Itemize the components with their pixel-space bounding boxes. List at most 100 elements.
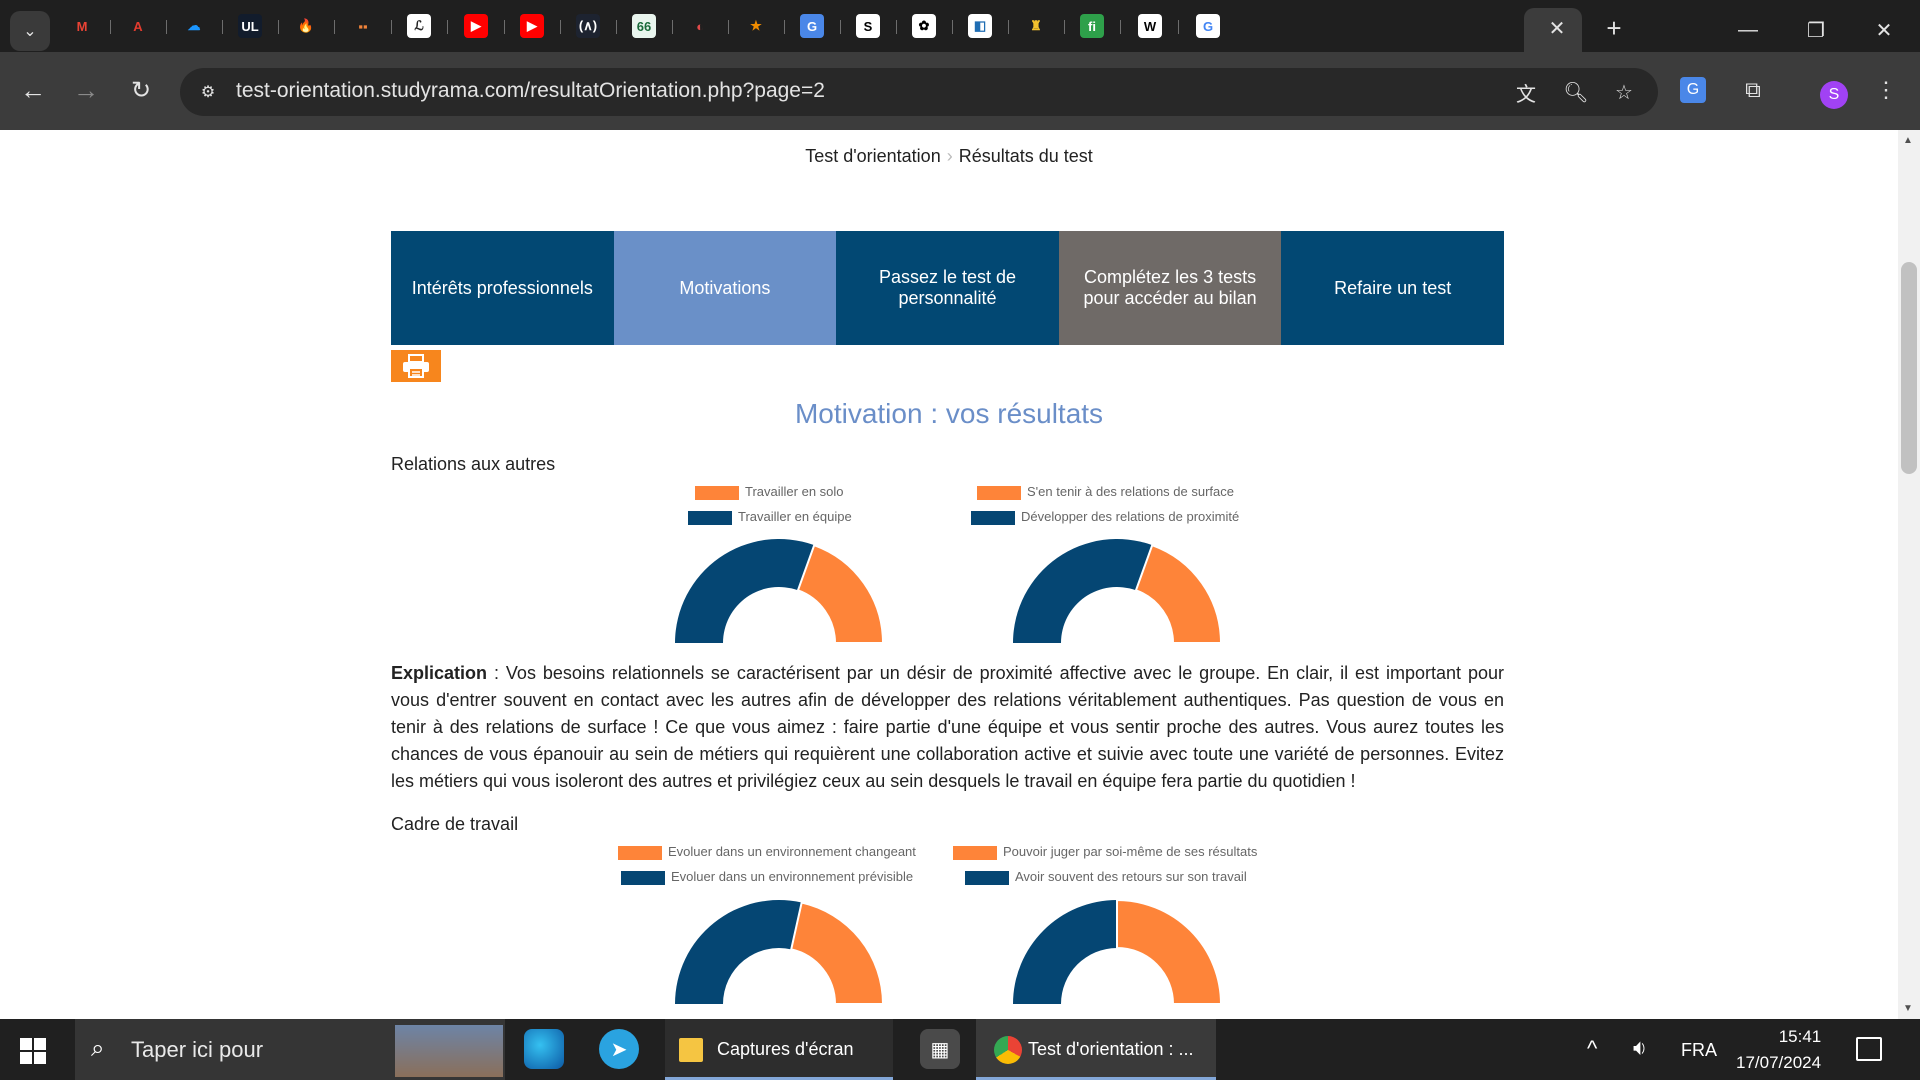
legend-label: Avoir souvent des retours sur son travai… [1015,869,1247,884]
menu-item[interactable]: Refaire un test [1281,231,1504,345]
tab-strip: ⌄ M A ☁ UL 🔥 ▪▪ ℒ ▶ ▶ (∧) 66 ◐ ★ G S ✿ ◧ ♜ fi W G ✕ + — ❐ ✕ [0,0,1920,52]
chrome-icon [994,1035,1022,1064]
tab-separator [391,20,392,34]
legend-swatch [965,870,1009,885]
legend-swatch [688,510,732,525]
chevron-right-icon: › [946,146,953,166]
taskbar-window-label: Captures d'écran [717,1039,854,1059]
tab-separator [672,20,673,34]
youtube-icon[interactable]: ▶ [464,14,488,38]
calculator-icon[interactable]: ▦ [920,1029,960,1069]
tab-search-button[interactable]: ⌄ [10,11,50,51]
legend-item: Evoluer dans un environnement prévisible [621,869,913,885]
new-tab-button[interactable]: + [1600,13,1628,43]
wikipedia-icon[interactable]: W [1138,14,1162,38]
profile-avatar[interactable]: S [1820,81,1848,109]
gmail-icon[interactable]: M [70,14,94,38]
breadcrumb: Test d'orientation › Résultats du test [0,146,1898,167]
menu-item[interactable]: Complétez les 3 tests pour accéder au bi… [1058,231,1282,345]
media-icon[interactable]: ▪▪ [351,14,375,38]
chart-segment-orange [796,543,885,644]
volume-icon[interactable]: 🔉︎ [1633,1035,1647,1061]
tab-separator [560,20,561,34]
menu-item[interactable]: Passez le test de personnalité [836,231,1059,345]
taskbar-search-placeholder: Taper ici pour [131,1037,264,1062]
telegram-icon[interactable]: ➤ [599,1029,639,1069]
section-title: Relations aux autres [391,454,556,474]
close-tab-icon[interactable]: ✕ [1545,16,1569,40]
site-info-icon[interactable]: ⚙ [196,80,220,104]
bookmark-star-icon[interactable]: ☆ [1610,78,1638,106]
translate-icon[interactable]: G [800,14,824,38]
tab-separator [166,20,167,34]
tab-separator [504,20,505,34]
menu-item[interactable]: Motivations [613,231,837,345]
legend-label: Evoluer dans un environnement prévisible [671,869,914,884]
language-indicator[interactable]: FRA [1681,1040,1717,1061]
star-icon[interactable]: ★ [744,14,768,38]
explication-text: : Vos besoins relationnels se caractéris… [391,663,1504,791]
address-bar[interactable]: ⚙ test-orientation.studyrama.com/resulta… [180,68,1658,116]
taskbar-search-box[interactable]: ⌕ Taper ici pour [75,1019,505,1080]
zoom-icon[interactable]: 🔍︎ [1562,78,1590,106]
menu-kebab-icon[interactable]: ⋮ [1868,72,1904,108]
perplexity-icon[interactable]: (∧) [576,14,600,38]
breadcrumb-home[interactable]: Test d'orientation [805,146,941,166]
legend-item: Pouvoir juger par soi-même de ses résult… [953,844,1257,860]
legend-swatch [621,870,665,885]
semi-donut-chart [675,539,885,644]
folder-icon [679,1037,703,1062]
legend-swatch [695,485,739,500]
fn-icon[interactable]: fi [1080,14,1104,38]
scrollbar-thumb[interactable] [1901,262,1917,474]
taskbar-window-label: Test d'orientation : ... [1028,1039,1194,1059]
url-text[interactable]: test-orientation.studyrama.com/resultatO… [236,79,825,103]
page-scrollbar[interactable]: ▲ ▼ [1898,130,1920,1019]
windows-start-icon[interactable] [20,1038,46,1064]
restore-button[interactable]: ❐ [1798,12,1834,48]
legend-item: Avoir souvent des retours sur son travai… [965,869,1247,885]
s-icon[interactable]: S [856,14,880,38]
scroll-up-arrow-icon[interactable]: ▲ [1903,135,1913,146]
legend-label: Pouvoir juger par soi-même de ses résult… [1003,844,1258,859]
forward-button[interactable]: → [68,72,104,108]
print-button[interactable] [391,350,441,382]
search-icon: ⌕ [91,1035,105,1062]
google-translate-extension-icon[interactable]: G [1680,77,1706,103]
legend-swatch [618,845,662,860]
google-icon[interactable]: G [1196,14,1220,38]
chevron-up-icon[interactable]: ^ [1587,1036,1597,1062]
minimize-button[interactable]: — [1730,12,1766,48]
clock-time[interactable]: 15:41 [1760,1027,1840,1047]
browser-toolbar: ← → ↻ ⚙ test-orientation.studyrama.com/r… [0,52,1920,130]
tab-separator [110,20,111,34]
menu-item[interactable]: Intérêts professionnels [391,231,614,345]
youtube-icon[interactable]: ▶ [520,14,544,38]
chart-segment-orange [790,901,885,1005]
edge-icon[interactable] [524,1029,564,1069]
tab-separator [840,20,841,34]
translate-icon[interactable]: 文 [1512,78,1540,106]
reload-button[interactable]: ↻ [123,72,159,108]
salesforce-icon[interactable]: ☁ [182,14,206,38]
legend-label: Evoluer dans un environnement changeant [668,844,916,859]
openai-icon[interactable]: ✿ [912,14,936,38]
scroll-down-arrow-icon[interactable]: ▼ [1903,1003,1913,1014]
clock-date[interactable]: 17/07/2024 [1736,1053,1821,1073]
legend-swatch [977,485,1021,500]
app-icon[interactable]: ℒ [407,14,431,38]
figure-icon[interactable]: ♜ [1024,14,1048,38]
back-button[interactable]: ← [15,72,51,108]
extensions-icon[interactable]: ⧉ [1735,72,1771,108]
taskbar-window-chrome[interactable]: Test d'orientation : ... [976,1019,1216,1080]
fire-icon[interactable]: 🔥 [294,14,318,38]
notification-icon[interactable] [1856,1037,1882,1061]
66-icon[interactable]: 66 [632,14,656,38]
globe-icon[interactable]: ◐ [688,14,712,38]
tab-separator [1064,20,1065,34]
ul-icon[interactable]: UL [238,14,262,38]
taskbar-window-explorer[interactable]: Captures d'écran [665,1019,893,1080]
close-window-button[interactable]: ✕ [1866,12,1902,48]
scan-icon[interactable]: ◧ [968,14,992,38]
acrobat-icon[interactable]: A [126,14,150,38]
